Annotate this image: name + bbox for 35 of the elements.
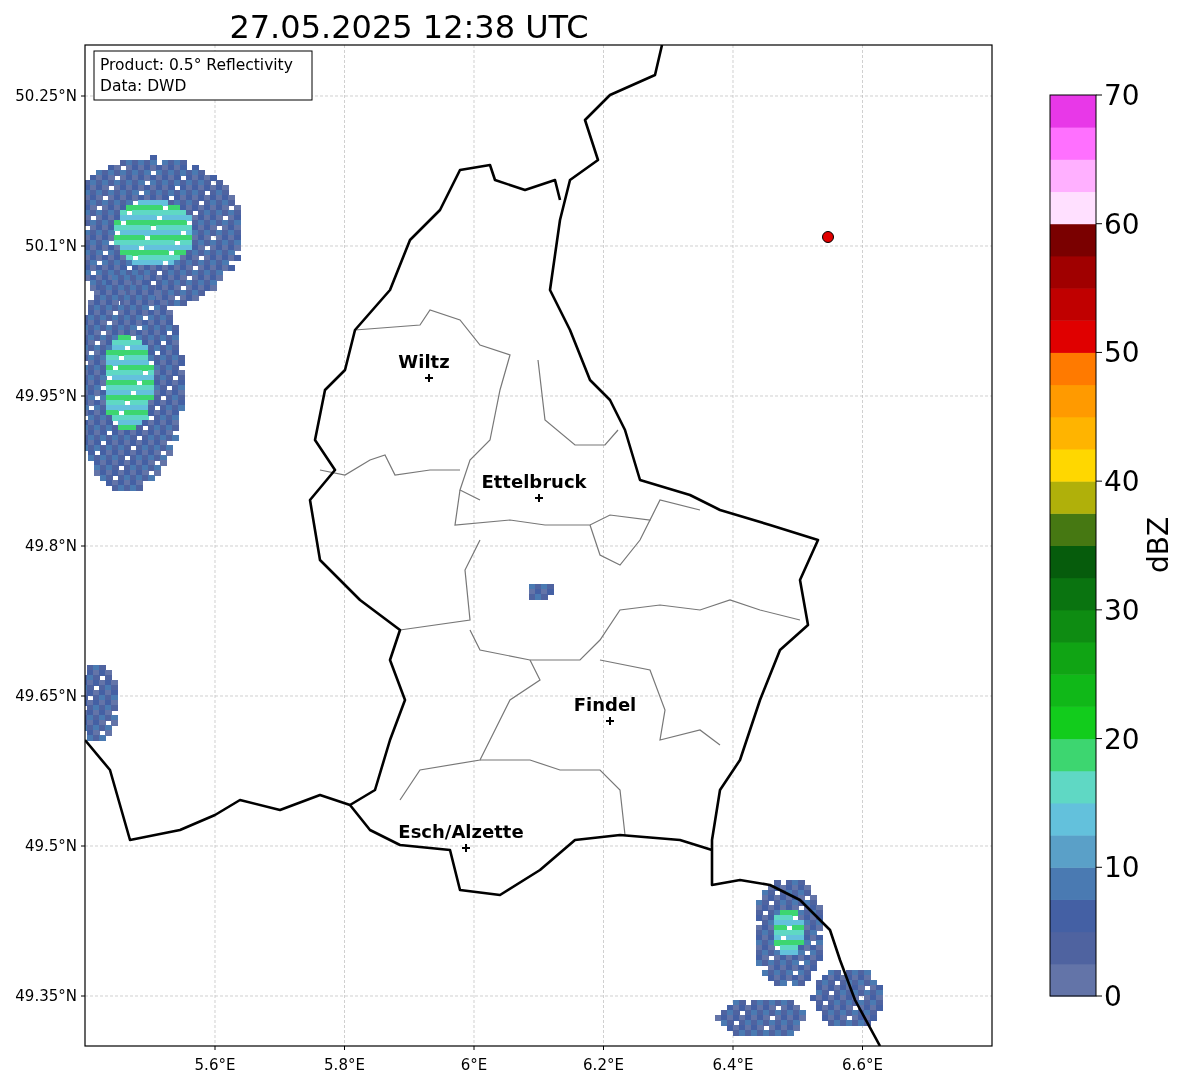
colorbar-tick-label: 40 bbox=[1104, 465, 1140, 499]
radar-echo-drawing bbox=[529, 584, 554, 600]
city-label: Findel bbox=[573, 694, 637, 715]
axis-tick-label: 50.25°N bbox=[15, 87, 77, 105]
city-marker-icon bbox=[605, 716, 615, 726]
colorbar-label: dBZ bbox=[1142, 516, 1175, 574]
axis-tick-label: 5.6°E bbox=[194, 1056, 236, 1074]
axis-tick-label: 6.4°E bbox=[712, 1056, 754, 1074]
info-text: Data: DWD bbox=[100, 77, 187, 95]
city-label: Wiltz bbox=[398, 351, 450, 372]
axis-tick-label: 5.8°E bbox=[324, 1056, 365, 1074]
city-marker-icon bbox=[461, 843, 471, 853]
colorbar-tick-label: 0 bbox=[1104, 980, 1122, 1013]
city-label: Ettelbruck bbox=[481, 471, 587, 492]
chart-title: 27.05.2025 12:38 UTC bbox=[229, 8, 589, 46]
city-marker-icon bbox=[534, 493, 544, 503]
city-label: Esch/Alzette bbox=[398, 821, 524, 842]
colorbar-tick-label: 70 bbox=[1104, 79, 1140, 112]
location-marker-icon bbox=[822, 231, 834, 243]
colorbar-tick-label: 10 bbox=[1104, 851, 1140, 885]
axis-tick-label: 49.65°N bbox=[15, 687, 77, 705]
axis-tick-label: 49.95°N bbox=[15, 387, 77, 405]
colorbar-tick-label: 30 bbox=[1104, 593, 1140, 627]
axis-tick-label: 6°E bbox=[460, 1056, 488, 1074]
colorbar-tick-label: 50 bbox=[1104, 336, 1140, 370]
colorbar-tick-label: 20 bbox=[1104, 722, 1140, 756]
axis-tick-label: 50.1°N bbox=[24, 237, 77, 255]
axis-tick-label: 6.2°E bbox=[583, 1056, 624, 1074]
info-text: Product: 0.5° Reflectivity bbox=[100, 56, 293, 74]
axis-tick-label: 49.8°N bbox=[24, 537, 77, 555]
axis-tick-label: 6.6°E bbox=[842, 1056, 883, 1074]
city-marker-icon bbox=[424, 373, 434, 383]
colorbar-tick-label: 60 bbox=[1104, 207, 1140, 241]
axis-tick-label: 49.35°N bbox=[15, 987, 77, 1005]
axis-tick-label: 49.5°N bbox=[24, 837, 77, 855]
